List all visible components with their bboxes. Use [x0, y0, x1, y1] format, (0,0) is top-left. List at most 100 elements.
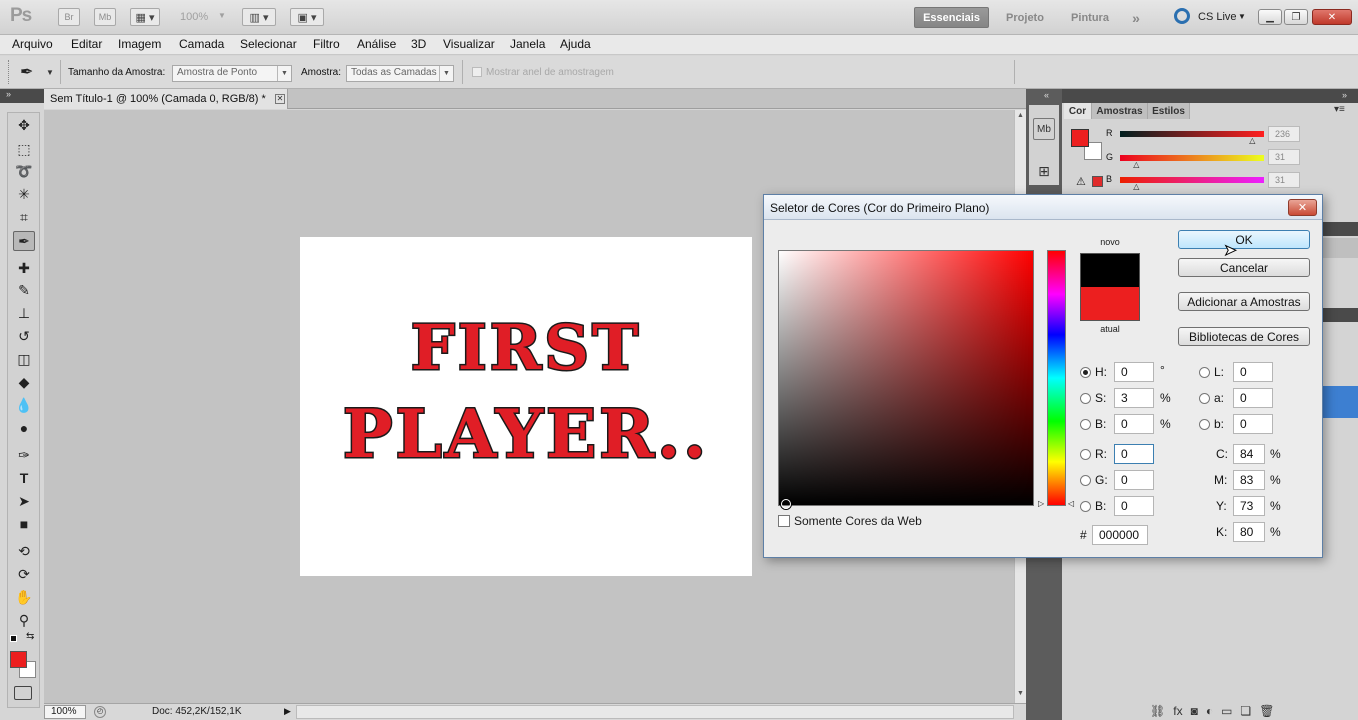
- eyedropper-tool-icon[interactable]: ✒: [13, 231, 35, 251]
- view-extras-button[interactable]: ▦ ▾: [130, 8, 160, 26]
- yellow-input[interactable]: 73: [1233, 496, 1265, 516]
- current-color-swatch[interactable]: [1080, 287, 1140, 321]
- paint-bucket-tool-icon[interactable]: ◆: [13, 372, 35, 392]
- delete-layer-icon[interactable]: 🗑: [1259, 704, 1274, 718]
- cs-live-menu[interactable]: CS Live: [1198, 11, 1237, 23]
- blue-input[interactable]: 0: [1114, 496, 1154, 516]
- history-brush-tool-icon[interactable]: ↺: [13, 326, 35, 346]
- collapse-panel-icon[interactable]: »: [1342, 90, 1347, 100]
- panel-foreground-swatch[interactable]: [1071, 129, 1089, 147]
- arrange-documents-button[interactable]: ▥ ▾: [242, 8, 276, 26]
- green-slider-thumb-icon[interactable]: △: [1133, 160, 1139, 169]
- status-menu-arrow-icon[interactable]: ▶: [284, 706, 291, 717]
- stamp-tool-icon[interactable]: ⊥: [13, 303, 35, 323]
- add-to-swatches-button[interactable]: Adicionar a Amostras: [1178, 292, 1310, 311]
- minimize-window-icon[interactable]: ▁: [1258, 9, 1282, 25]
- collapse-toolbar-icon[interactable]: »: [6, 89, 11, 99]
- lab-a-input[interactable]: 0: [1233, 388, 1273, 408]
- red-radio[interactable]: [1080, 449, 1091, 460]
- hue-slider-right-arrow-icon[interactable]: ◁: [1068, 499, 1074, 508]
- eraser-tool-icon[interactable]: ◫: [13, 349, 35, 369]
- menu-selecionar[interactable]: Selecionar: [240, 37, 297, 51]
- ok-button[interactable]: OK: [1178, 230, 1310, 249]
- red-slider-thumb-icon[interactable]: △: [1249, 136, 1255, 145]
- tab-cor[interactable]: Cor: [1064, 103, 1092, 119]
- blur-tool-icon[interactable]: 💧: [13, 395, 35, 415]
- path-selection-tool-icon[interactable]: ➤: [13, 491, 35, 511]
- sample-select[interactable]: Todas as Camadas ▼: [346, 65, 454, 82]
- mini-bridge-button[interactable]: Mb: [94, 8, 116, 26]
- menu-ajuda[interactable]: Ajuda: [560, 37, 591, 51]
- color-libraries-button[interactable]: Bibliotecas de Cores: [1178, 327, 1310, 346]
- menu-editar[interactable]: Editar: [71, 37, 102, 51]
- tab-amostras[interactable]: Amostras: [1092, 103, 1148, 119]
- zoom-tool-icon[interactable]: ⚲: [13, 610, 35, 630]
- adjustment-layer-icon[interactable]: ◐: [1206, 704, 1213, 718]
- 3d-orbit-tool-icon[interactable]: ⟳: [13, 564, 35, 584]
- lab-b-radio[interactable]: [1199, 419, 1210, 430]
- menu-filtro[interactable]: Filtro: [313, 37, 340, 51]
- workspace-projeto[interactable]: Projeto: [995, 7, 1055, 28]
- brightness-input[interactable]: 0: [1114, 414, 1154, 434]
- zoom-dropdown-arrow[interactable]: ▼: [218, 11, 226, 20]
- group-layers-icon[interactable]: ▭: [1221, 704, 1232, 718]
- new-layer-icon[interactable]: ❏: [1240, 704, 1251, 718]
- web-colors-checkbox[interactable]: [778, 515, 790, 527]
- layer-style-icon[interactable]: fx: [1173, 704, 1182, 718]
- zoom-level[interactable]: 100%: [180, 11, 208, 23]
- lab-b-input[interactable]: 0: [1233, 414, 1273, 434]
- toolbar-header[interactable]: »: [0, 89, 44, 103]
- menu-visualizar[interactable]: Visualizar: [443, 37, 495, 51]
- tool-preset-dropdown-icon[interactable]: ▼: [46, 68, 54, 77]
- menu-3d[interactable]: 3D: [411, 37, 426, 51]
- blue-channel-value[interactable]: 31: [1268, 172, 1300, 188]
- sample-size-select[interactable]: Amostra de Ponto ▼: [172, 65, 292, 82]
- move-tool-icon[interactable]: ✥: [13, 115, 35, 135]
- document-canvas[interactable]: FIRST PLAYER..: [300, 237, 752, 576]
- blue-channel-slider[interactable]: [1120, 177, 1264, 183]
- magenta-input[interactable]: 83: [1233, 470, 1265, 490]
- quick-selection-tool-icon[interactable]: ✳: [13, 184, 35, 204]
- document-tab[interactable]: Sem Título-1 @ 100% (Camada 0, RGB/8) * …: [44, 89, 288, 109]
- hex-input[interactable]: 000000: [1092, 525, 1148, 545]
- scroll-up-icon[interactable]: ▲: [1017, 112, 1024, 119]
- scroll-down-icon[interactable]: ▼: [1017, 690, 1024, 697]
- menu-camada[interactable]: Camada: [179, 37, 224, 51]
- menu-arquivo[interactable]: Arquivo: [12, 37, 53, 51]
- red-channel-slider[interactable]: [1120, 131, 1264, 137]
- layer-mask-icon[interactable]: ◙: [1191, 704, 1198, 718]
- red-input[interactable]: 0: [1114, 444, 1154, 464]
- saturation-brightness-field[interactable]: [778, 250, 1034, 506]
- green-channel-slider[interactable]: [1120, 155, 1264, 161]
- healing-brush-tool-icon[interactable]: ✚: [13, 258, 35, 278]
- selected-layer-row[interactable]: [1322, 386, 1358, 418]
- mini-bridge-panel-icon[interactable]: Mb: [1033, 118, 1055, 140]
- horizontal-scrollbar[interactable]: [296, 705, 1014, 719]
- saturation-radio[interactable]: [1080, 393, 1091, 404]
- options-grip[interactable]: [8, 60, 10, 84]
- bridge-button[interactable]: Br: [58, 8, 80, 26]
- brush-tool-icon[interactable]: ✎: [13, 280, 35, 300]
- green-channel-value[interactable]: 31: [1268, 149, 1300, 165]
- show-ring-checkbox[interactable]: [472, 67, 482, 77]
- expand-panels-icon[interactable]: «: [1044, 90, 1049, 100]
- color-field-cursor[interactable]: [781, 499, 791, 509]
- lab-l-radio[interactable]: [1199, 367, 1210, 378]
- status-options-icon[interactable]: ◴: [94, 706, 106, 718]
- quick-mask-icon[interactable]: [14, 686, 32, 700]
- workspace-essenciais[interactable]: Essenciais: [914, 7, 989, 28]
- panel-menu-icon[interactable]: ▾≡: [1334, 104, 1345, 115]
- marquee-tool-icon[interactable]: ⬚: [13, 139, 35, 159]
- brightness-radio[interactable]: [1080, 419, 1091, 430]
- foreground-color-swatch[interactable]: [10, 651, 27, 668]
- default-colors-icon[interactable]: [10, 635, 17, 642]
- tab-estilos[interactable]: Estilos: [1148, 103, 1190, 119]
- hue-radio[interactable]: [1080, 367, 1091, 378]
- link-layers-icon[interactable]: ⛓: [1150, 704, 1165, 718]
- dodge-tool-icon[interactable]: ●: [13, 418, 35, 438]
- status-zoom-field[interactable]: 100%: [44, 705, 86, 719]
- green-input[interactable]: 0: [1114, 470, 1154, 490]
- blue-slider-thumb-icon[interactable]: △: [1133, 182, 1139, 191]
- 3d-rotate-tool-icon[interactable]: ⟲: [13, 541, 35, 561]
- menu-analise[interactable]: Análise: [357, 37, 396, 51]
